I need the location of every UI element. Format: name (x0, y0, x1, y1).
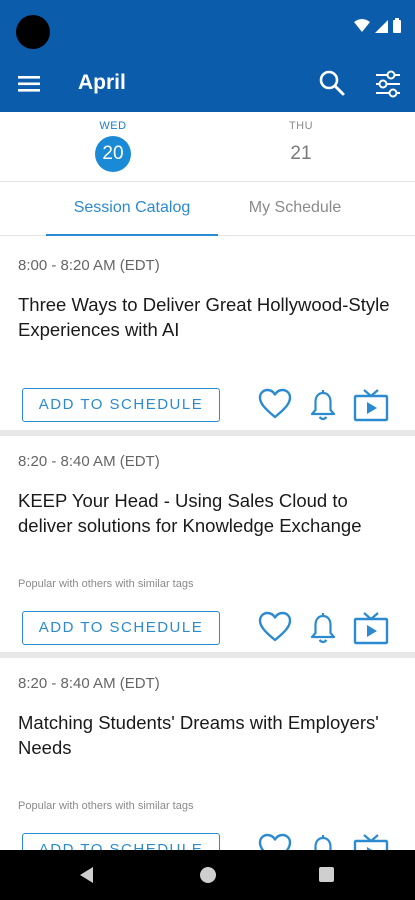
tab-my-schedule[interactable]: My Schedule (225, 182, 365, 236)
favorite-button[interactable] (258, 611, 292, 648)
favorite-button[interactable] (258, 388, 292, 425)
watch-button[interactable] (353, 388, 389, 427)
video-icon (353, 612, 389, 645)
video-icon (353, 834, 389, 850)
tab-session-catalog[interactable]: Session Catalog (46, 182, 218, 236)
session-title[interactable]: Matching Students' Dreams with Employers… (18, 710, 398, 760)
day-selector: WED 20 THU 21 (0, 112, 415, 182)
day-name: THU (288, 120, 314, 132)
battery-icon (393, 18, 401, 33)
app-bar: April (0, 56, 415, 112)
session-card: 8:20 - 8:40 AM (EDT) KEEP Your Head - Us… (0, 436, 415, 652)
session-title[interactable]: Three Ways to Deliver Great Hollywood-St… (18, 292, 398, 342)
hamburger-menu-icon (18, 76, 40, 92)
video-icon (353, 389, 389, 422)
add-to-schedule-button[interactable]: ADD TO SCHEDULE (22, 611, 220, 645)
heart-icon (258, 388, 292, 419)
add-to-schedule-button[interactable]: ADD TO SCHEDULE (22, 833, 220, 850)
session-title[interactable]: KEEP Your Head - Using Sales Cloud to de… (18, 488, 398, 538)
bell-icon (314, 835, 332, 850)
watch-button[interactable] (353, 833, 389, 850)
popular-note: Popular with others with similar tags (18, 800, 194, 812)
day-number: 21 (290, 143, 312, 164)
popular-note: Popular with others with similar tags (18, 578, 194, 590)
session-time: 8:20 - 8:40 AM (EDT) (18, 453, 160, 470)
day-number: 20 (95, 136, 131, 172)
system-nav-bar (0, 850, 415, 900)
heart-icon (258, 833, 292, 850)
day-wed[interactable]: WED 20 (83, 120, 143, 172)
day-name: WED (99, 120, 127, 132)
bell-icon (310, 390, 336, 421)
search-icon (319, 70, 345, 96)
camera-cutout (16, 15, 50, 49)
back-button[interactable] (78, 866, 94, 889)
tab-bar: Session Catalog My Schedule (0, 182, 415, 236)
session-list[interactable]: 8:00 - 8:20 AM (EDT) Three Ways to Deliv… (0, 237, 415, 850)
menu-button[interactable] (18, 70, 46, 98)
home-icon[interactable] (200, 867, 216, 883)
recents-icon[interactable] (319, 867, 334, 882)
heart-icon (258, 611, 292, 642)
watch-button[interactable] (353, 611, 389, 650)
session-card: 8:20 - 8:40 AM (EDT) Matching Students' … (0, 658, 415, 850)
session-time: 8:20 - 8:40 AM (EDT) (18, 675, 160, 692)
search-button[interactable] (318, 69, 346, 97)
filter-sliders-icon (376, 70, 400, 98)
session-time: 8:00 - 8:20 AM (EDT) (18, 257, 160, 274)
reminder-button[interactable] (310, 611, 336, 650)
reminder-button[interactable] (310, 388, 336, 427)
wifi-icon (354, 18, 370, 32)
favorite-button[interactable] (258, 833, 292, 850)
bell-icon (310, 613, 336, 644)
status-bar (0, 0, 415, 56)
session-card: 8:00 - 8:20 AM (EDT) Three Ways to Deliv… (0, 237, 415, 430)
back-icon (80, 867, 93, 883)
filter-button[interactable] (374, 69, 402, 99)
status-icons (354, 18, 401, 33)
page-title: April (78, 71, 126, 94)
reminder-button[interactable] (310, 833, 336, 850)
day-thu[interactable]: THU 21 (271, 120, 331, 172)
add-to-schedule-button[interactable]: ADD TO SCHEDULE (22, 388, 220, 422)
signal-icon (375, 19, 388, 33)
